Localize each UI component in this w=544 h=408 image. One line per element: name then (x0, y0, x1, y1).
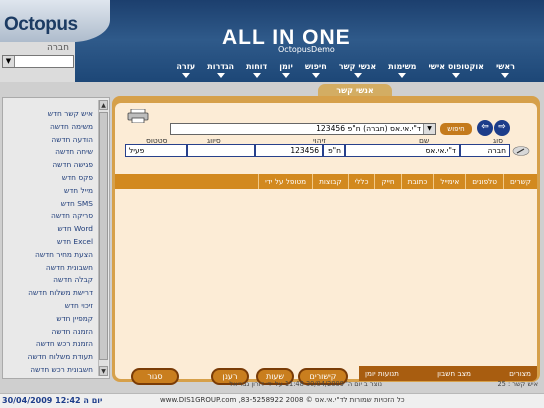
printer-icon[interactable] (127, 109, 149, 123)
app-header: Octopus חברה ALL IN ONE OctopusDemo ראשי… (0, 0, 544, 82)
sidebar-list: איש קשר חדש משימה חדשה הודעה חדשה שיחה חדשה… (3, 108, 95, 377)
sidebar: איש קשר חדש משימה חדשה הודעה חדשה שיחה חדשה… (2, 97, 110, 379)
main-panel-inner: ד"י.אי.אס (חברה) ח"פ 123456 ▼ חיפוש ⇦ ⇨ … (115, 103, 537, 385)
nav-arrow-icon (353, 73, 362, 78)
sidebar-item[interactable]: קמפיין חדש (3, 313, 95, 326)
sidebar-item[interactable]: משימה חדשה (3, 121, 95, 134)
sidebar-item[interactable]: זיכוי חדש (3, 300, 95, 313)
scroll-down-icon[interactable]: ▼ (99, 366, 108, 376)
bottom-tab[interactable]: תנועות יומן (365, 366, 399, 381)
sidebar-item[interactable]: SMS חדש (3, 198, 95, 211)
chevron-down-icon[interactable]: ▼ (3, 56, 15, 67)
detail-tab[interactable]: אימייל (433, 174, 465, 189)
nav-arrow-icon (501, 73, 510, 78)
status-field[interactable]: פעיל (125, 144, 187, 157)
top-nav-arrows (165, 73, 521, 79)
sidebar-item[interactable]: איש קשר חדש (3, 108, 95, 121)
chevron-down-icon[interactable]: ▼ (423, 124, 435, 134)
contact-select-value: ד"י.אי.אס (חברה) ח"פ 123456 (316, 124, 421, 133)
detail-tab[interactable]: חייק (374, 174, 400, 189)
app-subtitle: OctopusDemo (278, 45, 335, 54)
sidebar-item[interactable]: דרישת משלוח חדשה (3, 287, 95, 300)
search-button[interactable]: חיפוש (440, 123, 472, 135)
nav-arrow-icon (181, 73, 190, 78)
detail-tab[interactable]: טלפונים (465, 174, 503, 189)
sidebar-item[interactable]: Excel חדש (3, 236, 95, 249)
footer-copyright: כל הזכויות שמורות לד"י.אי.אס © 2008 83-5… (160, 396, 405, 404)
app-logo: Octopus (4, 14, 78, 35)
id-value: 123456 (290, 146, 319, 155)
created-info: נוצר ב יום ה' 30/04/2009 11:48 על ידי דו… (229, 380, 382, 388)
search-row: ד"י.אי.אס (חברה) ח"פ 123456 ▼ חיפוש ⇦ ⇨ (170, 120, 528, 136)
sidebar-item[interactable]: פקס חדש (3, 172, 95, 185)
bottom-tabs: מצורים מצב חשבון תנועות יומן (359, 366, 537, 381)
sidebar-item[interactable]: שיחה חדשה (3, 146, 95, 159)
nav-arrow-icon (311, 73, 320, 78)
scroll-up-icon[interactable]: ▲ (99, 100, 108, 110)
arrow-right-icon[interactable]: ⇨ (494, 120, 510, 136)
logo-area: Octopus (0, 0, 110, 42)
nav-arrow-icon (216, 73, 225, 78)
detail-tab[interactable]: קבוצות (312, 174, 348, 189)
contact-count: איש קשר : 25 (497, 380, 538, 388)
bottom-tab[interactable]: מצורים (509, 366, 531, 381)
bottom-tab[interactable]: מצב חשבון (437, 366, 471, 381)
sidebar-item[interactable]: מייל חדש (3, 185, 95, 198)
sidebar-item[interactable]: Word חדש (3, 223, 95, 236)
id-field[interactable]: 123456 (255, 144, 323, 157)
sidebar-item[interactable]: תעודת משלוח חדשה (3, 351, 95, 364)
type-value: חברה (487, 146, 506, 155)
name-field[interactable]: ד"י.אי.אס (345, 144, 460, 157)
sidebar-item[interactable]: חשבונית רכש חדשה (3, 364, 95, 377)
sidebar-item[interactable]: חשבונית חדשה (3, 262, 95, 275)
sidebar-item[interactable]: הזמנת רכש חדשה (3, 338, 95, 351)
sidebar-item[interactable]: הודעה חדשה (3, 134, 95, 147)
nav-arrow-icon (252, 73, 261, 78)
detail-tab[interactable]: מטופל על ידי (258, 174, 312, 189)
arrow-left-icon[interactable]: ⇦ (477, 120, 493, 136)
detail-tabs: קשרים טלפונים אימייל כתובת חייק כללי קבוצות מטו… (115, 174, 537, 189)
scroll-thumb[interactable] (99, 112, 108, 360)
id-type-value: ח"פ (327, 146, 341, 155)
nav-arrow-icon (398, 73, 407, 78)
main-panel: ד"י.אי.אס (חברה) ח"פ 123456 ▼ חיפוש ⇦ ⇨ … (112, 96, 540, 385)
detail-tab[interactable]: כתובת (400, 174, 434, 189)
sidebar-item[interactable]: פגישה חדשה (3, 159, 95, 172)
sidebar-item[interactable]: הצעת מחיר חדשה (3, 249, 95, 262)
nav-arrow-icon (282, 73, 291, 78)
company-label: חברה (46, 43, 69, 53)
sidebar-item[interactable]: סריקה חדשה (3, 210, 95, 223)
id-type-field[interactable]: ח"פ (323, 144, 345, 157)
status-line: איש קשר : 25 נוצר ב יום ה' 30/04/2009 11… (110, 380, 542, 390)
detail-tab[interactable]: קשרים (503, 174, 537, 189)
name-value: ד"י.אי.אס (425, 146, 456, 155)
status-value: פעיל (129, 146, 145, 155)
sidebar-item[interactable]: הזמנה חדשה (3, 326, 95, 339)
sidebar-item[interactable]: קבלה חדשה (3, 274, 95, 287)
company-select[interactable]: ▼ (2, 55, 74, 68)
category-field[interactable] (187, 144, 255, 157)
type-field[interactable]: חברה (460, 144, 510, 157)
contact-select[interactable]: ד"י.אי.אס (חברה) ח"פ 123456 ▼ (170, 123, 436, 135)
footer-datetime: 30/04/2009 12:42 יום ה (2, 396, 103, 405)
sidebar-scrollbar[interactable]: ▲ ▼ (98, 100, 108, 376)
footer: 30/04/2009 12:42 יום ה כל הזכויות שמורות… (0, 393, 544, 408)
edit-icon[interactable] (512, 146, 530, 156)
detail-tab[interactable]: כללי (347, 174, 375, 189)
nav-arrow-icon (452, 73, 461, 78)
